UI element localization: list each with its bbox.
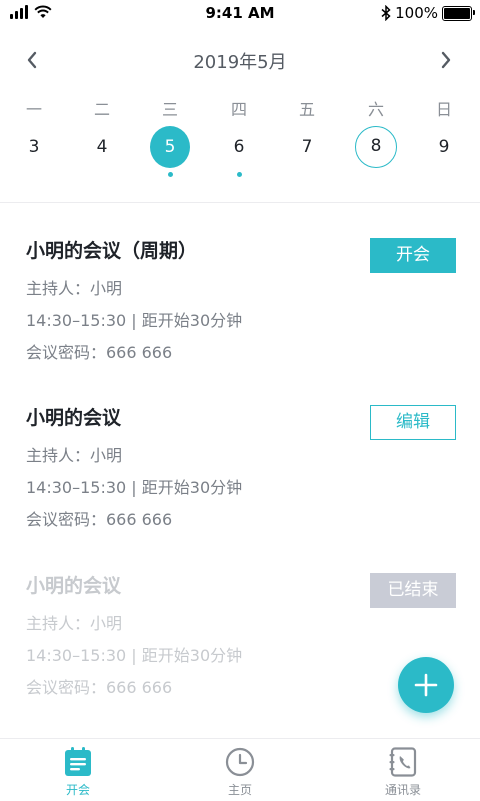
weekday-row: 一 二 三 四 五 六 日 xyxy=(0,96,480,119)
date-cell[interactable]: 3 xyxy=(14,126,54,168)
weekday-label: 四 xyxy=(230,100,247,119)
weekday-label: 六 xyxy=(367,100,384,119)
date-cell[interactable]: 8 xyxy=(355,126,397,168)
status-right: 100% xyxy=(381,4,475,22)
event-dot xyxy=(168,172,173,177)
meeting-host: 主持人：小明 xyxy=(26,446,123,465)
meeting-card[interactable]: 小明的会议 主持人：小明 14:30–15:30 | 距开始30分钟 会议密码：… xyxy=(26,572,456,704)
status-bar: 9:41 AM 100% xyxy=(0,0,480,26)
meeting-password: 会议密码：666 666 xyxy=(26,510,173,529)
meeting-time: 14:30–15:30 | 距开始30分钟 xyxy=(26,311,243,330)
tab-meeting[interactable]: 开会 xyxy=(18,739,138,801)
meeting-password: 会议密码：666 666 xyxy=(26,678,173,697)
tab-contacts[interactable]: 通讯录 xyxy=(343,739,463,801)
meeting-password: 会议密码：666 666 xyxy=(26,343,173,362)
meeting-icon xyxy=(63,747,93,777)
tab-bar: 开会 主页 通讯录 xyxy=(0,738,480,801)
battery-icon xyxy=(442,5,475,21)
weekday-label: 日 xyxy=(435,100,452,119)
meeting-time: 14:30–15:30 | 距开始30分钟 xyxy=(26,478,243,497)
tab-home[interactable]: 主页 xyxy=(180,739,300,801)
plus-icon xyxy=(414,673,438,697)
meeting-host: 主持人：小明 xyxy=(26,279,123,298)
date-cell[interactable]: 5 xyxy=(150,126,190,168)
month-header: 2019年5月 xyxy=(0,44,480,76)
weekday-label: 五 xyxy=(298,100,315,119)
meeting-card[interactable]: 小明的会议（周期） 主持人：小明 14:30–15:30 | 距开始30分钟 会… xyxy=(26,237,456,369)
weekday-label: 一 xyxy=(25,100,42,119)
divider xyxy=(0,202,480,203)
event-dot xyxy=(237,172,242,177)
meeting-card[interactable]: 小明的会议 主持人：小明 14:30–15:30 | 距开始30分钟 会议密码：… xyxy=(26,404,456,536)
battery-percent: 100% xyxy=(395,4,438,22)
meeting-host: 主持人：小明 xyxy=(26,614,123,633)
edit-meeting-button[interactable]: 编辑 xyxy=(370,405,456,440)
chevron-right-icon xyxy=(441,51,451,69)
next-month-button[interactable] xyxy=(434,48,458,72)
date-cell[interactable]: 7 xyxy=(287,126,327,168)
meeting-time: 14:30–15:30 | 距开始30分钟 xyxy=(26,646,243,665)
add-meeting-button[interactable] xyxy=(398,657,454,713)
tab-label: 开会 xyxy=(65,783,90,797)
start-meeting-button[interactable]: 开会 xyxy=(370,238,456,273)
clock-icon xyxy=(225,747,255,777)
weekday-label: 三 xyxy=(161,100,178,119)
weekday-label: 二 xyxy=(93,100,110,119)
tab-label: 通讯录 xyxy=(384,783,421,797)
date-cell[interactable]: 6 xyxy=(219,126,259,168)
date-row: 3 4 5 6 7 8 9 xyxy=(0,126,480,182)
bluetooth-icon xyxy=(381,5,391,21)
ended-status-button: 已结束 xyxy=(370,573,456,608)
date-cell[interactable]: 4 xyxy=(82,126,122,168)
contacts-icon xyxy=(388,747,418,777)
tab-label: 主页 xyxy=(227,783,252,797)
month-title: 2019年5月 xyxy=(193,52,287,73)
date-cell[interactable]: 9 xyxy=(424,126,464,168)
